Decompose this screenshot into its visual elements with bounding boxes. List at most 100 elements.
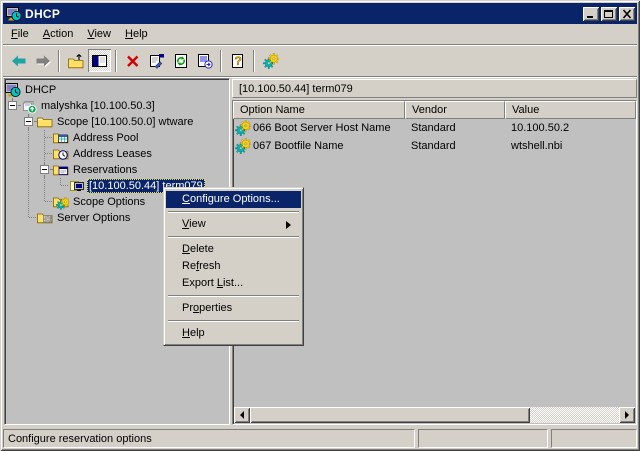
- reservations-icon: [53, 162, 69, 178]
- reservation-item-icon: [69, 178, 85, 194]
- tree-item-label: Scope Options: [71, 195, 147, 209]
- status-message: Configure reservation options: [3, 429, 415, 448]
- option-name: 066 Boot Server Host Name: [253, 122, 391, 134]
- scrollbar-thumb[interactable]: [250, 407, 530, 423]
- tree-line: [21, 210, 37, 226]
- menu-separator: [168, 211, 299, 213]
- menu-item-configure-options[interactable]: Configure Options...: [166, 191, 301, 208]
- refresh-button[interactable]: [169, 49, 192, 72]
- status-bar: Configure reservation options: [3, 427, 637, 448]
- list-header: Option Name Vendor Value: [233, 101, 636, 119]
- address-leases-icon: [53, 146, 69, 162]
- expand-box[interactable]: [21, 114, 37, 130]
- delete-button[interactable]: [121, 49, 144, 72]
- status-panel: [551, 429, 637, 448]
- tree-line: [37, 130, 53, 146]
- tree-item-reservations[interactable]: Reservations: [5, 162, 229, 178]
- toolbar-separator: [115, 50, 117, 72]
- export-list-icon: [197, 53, 213, 69]
- show-hide-console-tree-button[interactable]: [88, 49, 111, 72]
- expand-box[interactable]: [5, 98, 21, 114]
- help-icon: ?: [230, 53, 246, 69]
- tree-item-label: Address Pool: [71, 131, 140, 145]
- scroll-left-icon: [236, 411, 244, 419]
- up-one-level-icon: [68, 53, 84, 69]
- tree-indent: [5, 146, 21, 162]
- tree-line: [37, 178, 53, 194]
- scope-folder-icon: [37, 114, 53, 130]
- up-one-level-button[interactable]: [64, 49, 87, 72]
- option-vendor: Standard: [405, 140, 505, 152]
- properties-button[interactable]: [145, 49, 168, 72]
- maximize-button[interactable]: [601, 7, 617, 21]
- tree-item-label: Address Leases: [71, 147, 154, 161]
- menu-item-refresh[interactable]: Refresh: [166, 258, 301, 275]
- scroll-left-button[interactable]: [234, 407, 250, 423]
- menu-item-properties[interactable]: Properties: [166, 300, 301, 317]
- tree-indent: [5, 162, 21, 178]
- menu-help[interactable]: Help: [118, 25, 155, 43]
- forward-button[interactable]: [31, 49, 54, 72]
- menu-item-delete[interactable]: Delete: [166, 241, 301, 258]
- tree-item-label: DHCP: [23, 83, 58, 97]
- address-pool-icon: [53, 130, 69, 146]
- option-gears-icon: [235, 120, 251, 136]
- context-menu: Configure Options... View Delete Refresh…: [163, 187, 304, 346]
- tree-item-dhcp-root[interactable]: DHCP: [5, 82, 229, 98]
- options-gears-icon: [263, 53, 279, 69]
- tree-indent: [5, 130, 21, 146]
- tree-line: [21, 146, 37, 162]
- title-bar[interactable]: DHCP: [3, 3, 637, 24]
- menu-view[interactable]: View: [80, 25, 118, 43]
- back-button[interactable]: [7, 49, 30, 72]
- options-button[interactable]: [259, 49, 282, 72]
- scrollbar-track[interactable]: [530, 407, 619, 423]
- tree-item-address-pool[interactable]: Address Pool: [5, 130, 229, 146]
- list-row-066[interactable]: 066 Boot Server Host Name Standard 10.10…: [233, 119, 636, 137]
- tree-item-scope[interactable]: Scope [10.100.50.0] wtware: [5, 114, 229, 130]
- column-header-value[interactable]: Value: [505, 101, 636, 119]
- tree-indent: [5, 114, 21, 130]
- menu-item-export-list[interactable]: Export List...: [166, 275, 301, 292]
- tree-line: [21, 194, 37, 210]
- list-row-067[interactable]: 067 Bootfile Name Standard wtshell.nbi: [233, 137, 636, 155]
- console-tree-icon: [92, 53, 108, 69]
- column-header-vendor[interactable]: Vendor: [405, 101, 505, 119]
- menu-separator: [168, 320, 299, 322]
- menu-separator: [168, 295, 299, 297]
- scope-options-icon: [53, 194, 69, 210]
- tree-item-address-leases[interactable]: Address Leases: [5, 146, 229, 162]
- tree-indent: [5, 178, 21, 194]
- menu-separator: [168, 236, 299, 238]
- toolbar-separator: [253, 50, 255, 72]
- menu-item-view[interactable]: View: [166, 216, 301, 233]
- window-title: DHCP: [25, 7, 60, 21]
- menu-file[interactable]: File: [4, 25, 36, 43]
- tree-item-label: malyshka [10.100.50.3]: [39, 99, 157, 113]
- export-list-button[interactable]: [193, 49, 216, 72]
- menu-item-help[interactable]: Help: [166, 325, 301, 342]
- close-button[interactable]: [619, 7, 635, 21]
- server-options-icon: [37, 210, 53, 226]
- menu-action[interactable]: Action: [36, 25, 81, 43]
- menu-bar: File Action View Help: [3, 24, 637, 44]
- toolbar: ?: [3, 44, 637, 77]
- console-content: DHCP malyshka [10.100.50.3] Scope [10.10…: [3, 77, 637, 426]
- scroll-right-button[interactable]: [619, 407, 635, 423]
- minimize-button[interactable]: [583, 7, 599, 21]
- expand-box[interactable]: [37, 162, 53, 178]
- option-gears-icon: [235, 138, 251, 154]
- server-icon: [21, 98, 37, 114]
- tree-indent: [5, 210, 21, 226]
- dhcp-app-icon[interactable]: [6, 6, 22, 22]
- help-button[interactable]: ?: [226, 49, 249, 72]
- tree-line: [21, 162, 37, 178]
- tree-item-label: Reservations: [71, 163, 139, 177]
- tree-item-server[interactable]: malyshka [10.100.50.3]: [5, 98, 229, 114]
- delete-icon: [125, 53, 141, 69]
- result-description-text: [10.100.50.44] term079: [239, 83, 353, 95]
- option-value: 10.100.50.2: [505, 122, 636, 134]
- column-header-option-name[interactable]: Option Name: [233, 101, 405, 119]
- minimize-icon: [585, 9, 597, 19]
- horizontal-scrollbar[interactable]: [234, 407, 635, 423]
